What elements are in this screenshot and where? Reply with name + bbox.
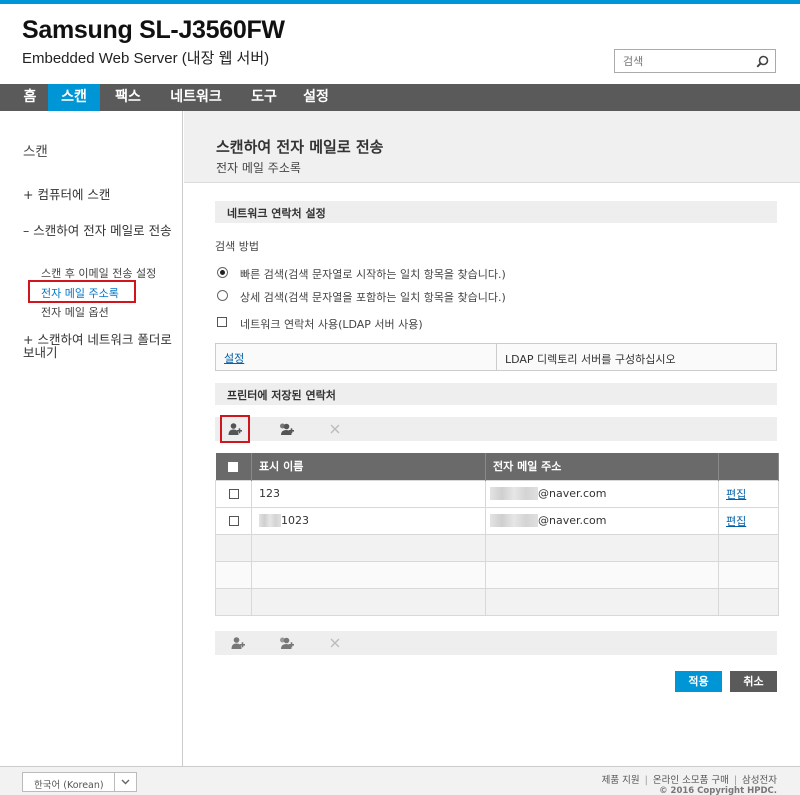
contact-email-cell: @naver.com (485, 506, 719, 535)
footer-link-samsung[interactable]: 삼성전자 (742, 775, 777, 786)
search-input[interactable] (615, 50, 745, 72)
chevron-down-icon (121, 779, 130, 785)
column-display-name: 표시 이름 (251, 453, 486, 480)
top-accent-line (0, 0, 800, 4)
product-title: Samsung SL-J3560FW (22, 16, 285, 44)
contact-email: @naver.com (538, 486, 607, 500)
ldap-settings-cell: 설정 (216, 344, 497, 370)
contacts-toolbar-bottom (215, 631, 777, 655)
page-subtitle: 전자 메일 주소록 (216, 161, 301, 175)
redacted-text (259, 514, 281, 528)
apply-button[interactable]: 적용 (675, 671, 722, 692)
footer: 한국어 (Korean) 제품 지원 | 온라인 소모품 구매 | 삼성전자 © 201… (0, 766, 800, 795)
tab-home[interactable]: 홈 (12, 84, 48, 111)
contact-name: 1023 (281, 513, 309, 527)
search-box (614, 49, 776, 73)
delete-contact-button-bottom[interactable] (320, 631, 350, 655)
sidebar-heading: 스캔 (23, 144, 48, 160)
sidebar-item-email-options[interactable]: 전자 메일 옵션 (41, 304, 109, 320)
contact-email: @naver.com (538, 513, 607, 527)
contact-name-cell: 1023 (251, 506, 486, 535)
row-checkbox[interactable] (228, 489, 239, 499)
column-email: 전자 메일 주소 (485, 453, 719, 480)
sidebar: 스캔 + 컴퓨터에 스캔 – 스캔하여 전자 메일로 전송 스캔 후 이메일 전… (0, 111, 183, 766)
cancel-button[interactable]: 취소 (730, 671, 777, 692)
ldap-settings-row: 설정 LDAP 디렉토리 서버를 구성하십시오 (215, 343, 777, 371)
detail-search-label: 상세 검색(검색 문자열을 포함하는 일치 항목을 찾습니다.) (240, 291, 506, 304)
table-row-empty (215, 560, 779, 589)
contact-email-cell: @naver.com (485, 479, 719, 508)
redacted-text (490, 514, 538, 528)
radio-quick-search[interactable] (217, 267, 228, 278)
edit-cell: 편집 (718, 479, 779, 508)
edit-contact-link[interactable]: 편집 (726, 488, 746, 501)
close-icon (330, 638, 340, 648)
tab-tools[interactable]: 도구 (238, 84, 290, 111)
ldap-note: LDAP 디렉토리 서버를 구성하십시오 (505, 353, 676, 366)
tab-settings[interactable]: 설정 (290, 84, 342, 111)
quick-search-label: 빠른 검색(검색 문자열로 시작하는 일치 항목을 찾습니다.) (240, 268, 506, 281)
footer-link-supplies[interactable]: 온라인 소모품 구매 (653, 775, 729, 786)
edit-contact-link[interactable]: 편집 (726, 515, 746, 528)
table-header-row: 표시 이름 전자 메일 주소 (215, 453, 779, 480)
language-value: 한국어 (Korean) (34, 780, 104, 791)
main-nav: 홈 스캔 팩스 네트워크 도구 설정 (0, 84, 800, 111)
search-icon (755, 55, 768, 68)
column-actions (718, 453, 779, 480)
row-checkbox-cell (215, 506, 252, 535)
add-group-button[interactable] (271, 417, 301, 441)
search-button[interactable] (749, 50, 775, 72)
footer-separator: | (644, 775, 648, 786)
sidebar-item-scan-to-computer[interactable]: + 컴퓨터에 스캔 (23, 188, 175, 201)
delete-contact-button[interactable] (320, 417, 350, 441)
row-checkbox-cell (215, 479, 252, 508)
section-network-contacts: 네트워크 연락처 설정 (215, 201, 777, 223)
add-contact-button-bottom[interactable] (223, 631, 253, 655)
language-select[interactable]: 한국어 (Korean) (22, 772, 137, 792)
contacts-table: 표시 이름 전자 메일 주소 123 @naver.com 편집 1023 @n… (215, 453, 779, 616)
edit-cell: 편집 (718, 506, 779, 535)
sidebar-item-address-book[interactable]: 전자 메일 주소록 (28, 280, 136, 303)
sidebar-item-email-setup[interactable]: 스캔 후 이메일 전송 설정 (41, 265, 156, 281)
tab-network[interactable]: 네트워크 (158, 84, 234, 111)
footer-separator: | (733, 775, 738, 786)
ldap-settings-link[interactable]: 설정 (224, 352, 244, 365)
add-contact-button[interactable] (220, 415, 250, 443)
main-content: 스캔하여 전자 메일로 전송 전자 메일 주소록 네트워크 연락처 설정 검색 … (184, 111, 800, 766)
page-header: 스캔하여 전자 메일로 전송 전자 메일 주소록 (184, 111, 800, 183)
page-title: 스캔하여 전자 메일로 전송 (216, 138, 384, 156)
redacted-text (490, 487, 538, 501)
tab-fax[interactable]: 팩스 (102, 84, 154, 111)
radio-detail-search[interactable] (217, 290, 228, 301)
ldap-checkbox[interactable] (217, 317, 227, 327)
header-select-all[interactable] (215, 453, 252, 480)
contact-name: 123 (251, 479, 486, 508)
section-printer-contacts: 프린터에 저장된 연락처 (215, 383, 777, 405)
add-group-button-bottom[interactable] (271, 631, 301, 655)
search-method-label: 검색 방법 (215, 240, 259, 253)
product-subtitle: Embedded Web Server (내장 웹 서버) (22, 50, 270, 67)
tab-scan[interactable]: 스캔 (48, 84, 100, 111)
table-row-empty (215, 533, 779, 562)
add-group-icon (280, 423, 294, 435)
add-person-icon (228, 423, 242, 435)
add-group-icon (280, 637, 294, 649)
contacts-toolbar-top (215, 415, 777, 443)
row-checkbox[interactable] (228, 516, 239, 526)
close-icon (330, 424, 340, 434)
table-row: 1023 @naver.com 편집 (215, 506, 779, 535)
footer-links: 제품 지원 | 온라인 소모품 구매 | 삼성전자 (602, 772, 777, 786)
copyright: © 2016 Copyright HPDC. (659, 786, 777, 795)
select-all-checkbox[interactable] (228, 461, 239, 472)
footer-link-support[interactable]: 제품 지원 (602, 775, 640, 786)
language-dropdown-button[interactable] (114, 773, 136, 791)
sidebar-item-scan-to-email[interactable]: – 스캔하여 전자 메일로 전송 (23, 224, 175, 237)
sidebar-item-scan-to-network-folder[interactable]: + 스캔하여 네트워크 폴더로 보내기 (23, 333, 175, 359)
ldap-checkbox-label: 네트워크 연락처 사용(LDAP 서버 사용) (240, 318, 423, 331)
table-row: 123 @naver.com 편집 (215, 479, 779, 508)
table-row-empty (215, 587, 779, 616)
add-person-icon (231, 637, 245, 649)
